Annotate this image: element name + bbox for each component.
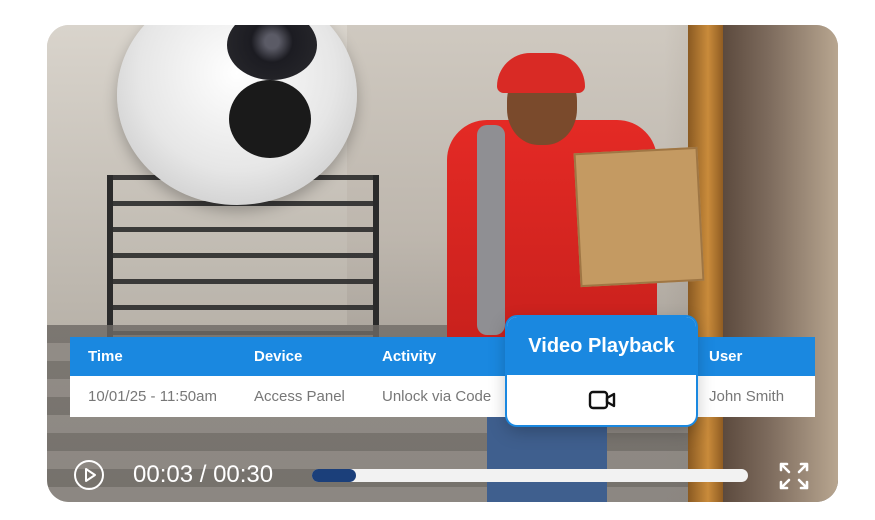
fullscreen-icon — [779, 462, 809, 490]
video-frame[interactable] — [47, 25, 838, 502]
video-playback-column[interactable]: Video Playback — [507, 317, 696, 425]
cell-time: 10/01/25 - 11:50am — [88, 388, 217, 405]
progress-track[interactable] — [312, 469, 748, 482]
backpack-strap — [477, 125, 505, 335]
column-header-time: Time — [88, 348, 123, 365]
fullscreen-button[interactable] — [777, 460, 811, 492]
delivery-person-cap — [497, 53, 585, 93]
play-button[interactable] — [74, 460, 104, 490]
cell-activity: Unlock via Code — [382, 388, 492, 405]
column-header-user: User — [709, 348, 743, 365]
table-row[interactable]: 10/01/25 - 11:50am Access Panel Unlock v… — [70, 376, 815, 417]
column-header-device: Device — [254, 348, 303, 365]
progress-fill — [312, 469, 356, 482]
activity-table: Time Device Activity User 10/01/25 - 11:… — [70, 337, 815, 417]
table-header: Time Device Activity User — [70, 337, 815, 376]
video-playback-header: Video Playback — [507, 317, 696, 375]
package-box — [573, 146, 705, 288]
cell-user: John Smith — [709, 388, 785, 405]
granite-wall — [723, 25, 838, 502]
cell-device: Access Panel — [254, 388, 345, 405]
video-camera-icon[interactable] — [588, 389, 616, 411]
video-playback-cell[interactable] — [507, 375, 696, 425]
column-header-activity: Activity — [382, 348, 437, 365]
play-icon — [85, 468, 96, 482]
time-display: 00:03 / 00:30 — [133, 461, 274, 488]
camera-lens — [227, 25, 317, 80]
camera-sensor — [229, 80, 311, 158]
